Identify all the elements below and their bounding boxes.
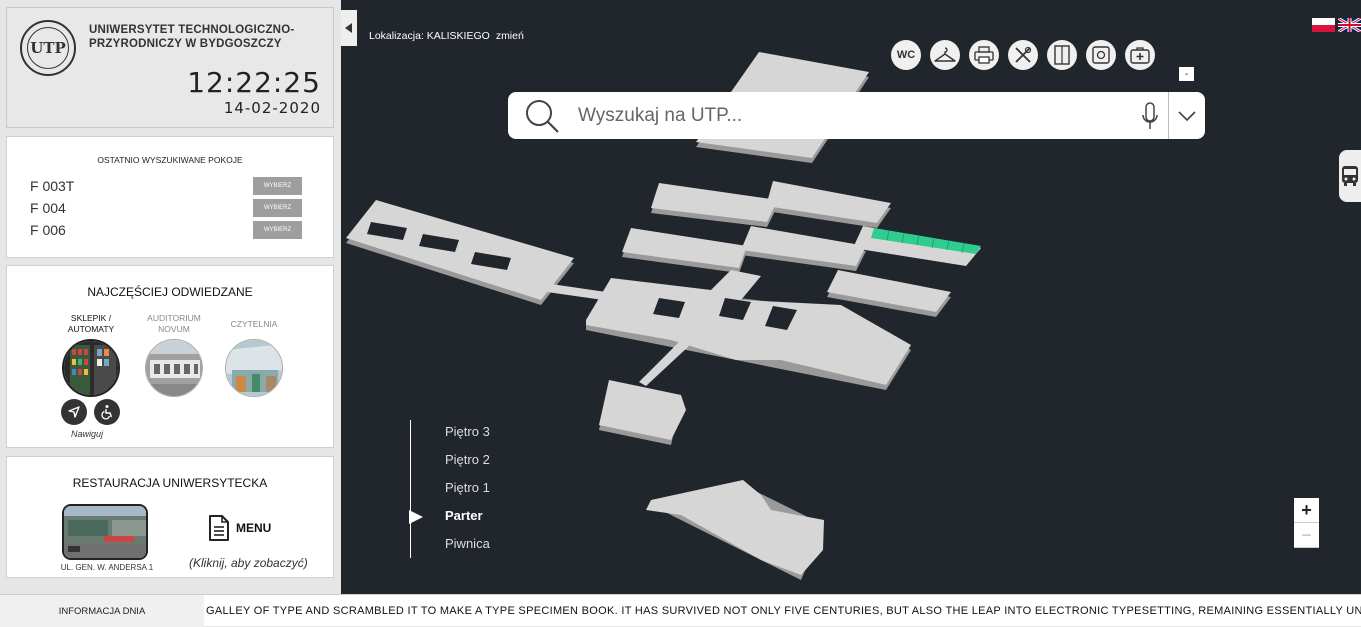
list-item: F 004 WYBIERZ [30, 197, 302, 219]
select-button[interactable]: WYBIERZ [253, 199, 302, 217]
news-ticker: INFORMACJA DNIA GALLEY OF TYPE AND SCRAM… [0, 594, 1361, 627]
collapse-sidebar-button[interactable] [341, 10, 357, 46]
bus-icon [1342, 166, 1358, 186]
restaurant-address: UL. GEN. W. ANDERSA 1 [60, 563, 154, 572]
recent-rooms-title: OSTATNIO WYSZUKIWANE POKOJE [97, 155, 243, 165]
date: 14-02-2020 [223, 99, 321, 117]
room-name: F 006 [30, 222, 66, 238]
popular-item-label: CZYTELNIA [230, 318, 278, 329]
reading-room-photo [225, 339, 283, 397]
shop-photo [62, 339, 120, 397]
recent-rooms-list: F 003T WYBIERZ F 004 WYBIERZ F 006 WYBIE… [30, 175, 302, 241]
hanger-icon[interactable] [930, 40, 960, 70]
zoom-in-button[interactable]: + [1294, 498, 1319, 523]
food-icon[interactable] [1008, 40, 1038, 70]
amenity-filters: WC [891, 40, 1155, 70]
zoom-controls: + − [1294, 498, 1319, 548]
search-input[interactable] [578, 104, 1140, 127]
map-view[interactable]: Lokalizacja: KALISKIEGO zmień WC - Wyszu… [341, 0, 1361, 594]
location-bar: Lokalizacja: KALISKIEGO zmień [369, 30, 524, 42]
popular-item-label: SKLEPIK / AUTOMATY [67, 313, 115, 334]
university-name: UNIWERSYTET TECHNOLOGICZNO-PRZYRODNICZY … [89, 24, 295, 50]
language-switcher [1312, 18, 1361, 32]
restaurant-title: RESTAURACJA UNIWERSYTECKA [72, 476, 268, 490]
floor-ground[interactable]: Parter [445, 508, 483, 523]
most-visited-card: NAJCZĘŚCIEJ ODWIEDZANE SKLEPIK / AUTOMAT… [6, 265, 334, 448]
clock: 12:22:25 [187, 66, 321, 99]
search-bar [508, 92, 1205, 139]
search-icon[interactable] [524, 98, 560, 134]
header-card: UTP UNIWERSYTET TECHNOLOGICZNO-PRZYRODNI… [6, 7, 334, 128]
printer-icon[interactable] [969, 40, 999, 70]
flag-uk-icon[interactable] [1338, 18, 1361, 32]
atm-icon[interactable] [1086, 40, 1116, 70]
popular-item-shop[interactable]: SKLEPIK / AUTOMATY [51, 311, 131, 397]
wc-icon[interactable]: WC [891, 40, 921, 70]
recent-rooms-card: OSTATNIO WYSZUKIWANE POKOJE F 003T WYBIE… [6, 136, 334, 258]
floor-selector: Piętro 3 Piętro 2 Piętro 1 Parter Piwnic… [409, 420, 490, 558]
menu-button[interactable]: MENU [207, 514, 271, 542]
floor-1[interactable]: Piętro 1 [445, 480, 490, 495]
first-aid-icon[interactable] [1125, 40, 1155, 70]
floor-2[interactable]: Piętro 2 [445, 452, 490, 467]
ticker-label: INFORMACJA DNIA [0, 595, 204, 627]
most-visited-title: NAJCZĘŚCIEJ ODWIEDZANE [87, 285, 253, 299]
floor-plan[interactable] [341, 0, 1361, 594]
microphone-icon[interactable] [1140, 101, 1160, 131]
popular-item-label: AUDITORIUM NOVUM [147, 313, 201, 334]
list-item: F 006 WYBIERZ [30, 219, 302, 241]
list-item: F 003T WYBIERZ [30, 175, 302, 197]
room-name: F 004 [30, 200, 66, 216]
popular-item-reading-room[interactable]: CZYTELNIA [214, 311, 294, 397]
transport-button[interactable] [1339, 150, 1361, 202]
zoom-out-button[interactable]: − [1294, 523, 1319, 548]
navigation-buttons [61, 399, 120, 425]
sidebar: UTP UNIWERSYTET TECHNOLOGICZNO-PRZYRODNI… [0, 0, 341, 594]
select-button[interactable]: WYBIERZ [253, 177, 302, 195]
popular-item-auditorium[interactable]: AUDITORIUM NOVUM [134, 311, 214, 397]
auditorium-photo [145, 339, 203, 397]
restaurant-card: RESTAURACJA UNIWERSYTECKA UL. GEN. W. AN… [6, 456, 334, 578]
search-dropdown-button[interactable] [1169, 110, 1205, 122]
arrow-left-icon [345, 23, 352, 33]
logo-text: UTP [27, 27, 69, 69]
room-name: F 003T [30, 178, 75, 194]
navigate-label: Nawiguj [71, 429, 104, 439]
floor-basement[interactable]: Piwnica [445, 536, 490, 551]
menu-label: MENU [236, 521, 272, 535]
restaurant-photo[interactable] [62, 504, 148, 560]
location-label: Lokalizacja: KALISKIEGO [369, 30, 490, 42]
navigate-icon[interactable] [61, 399, 87, 425]
elevator-icon[interactable] [1047, 40, 1077, 70]
flag-pl-icon[interactable] [1312, 18, 1335, 32]
ticker-text: GALLEY OF TYPE AND SCRAMBLED IT TO MAKE … [206, 605, 1361, 617]
menu-hint: (Kliknij, aby zobaczyć) [189, 556, 308, 570]
wheelchair-icon[interactable] [94, 399, 120, 425]
location-change-link[interactable]: zmień [496, 30, 524, 42]
current-floor-arrow-icon [409, 510, 423, 524]
collapse-amenities-button[interactable]: - [1179, 67, 1194, 81]
chevron-down-icon [1178, 110, 1196, 121]
select-button[interactable]: WYBIERZ [253, 221, 302, 239]
floor-3[interactable]: Piętro 3 [445, 424, 490, 439]
university-logo: UTP [20, 20, 76, 76]
document-icon [209, 515, 229, 541]
